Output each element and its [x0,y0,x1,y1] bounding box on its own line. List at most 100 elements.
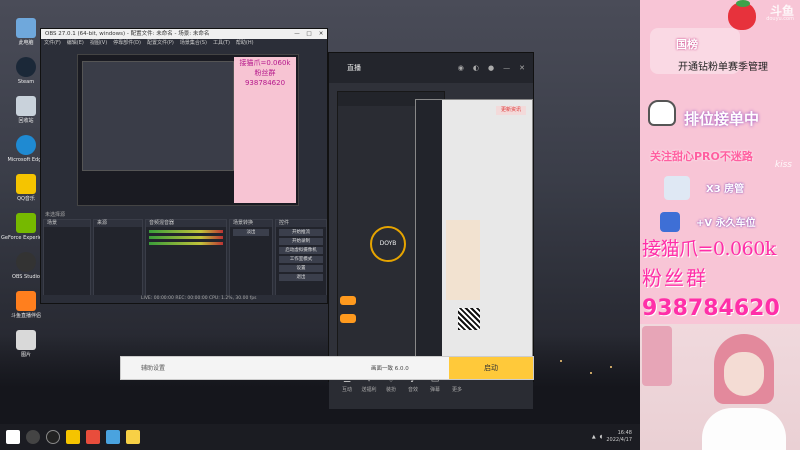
qr-code-icon [458,308,480,330]
desktop-icon-this-pc[interactable]: 此电脑 [8,18,44,56]
obs-menubar: 文件(F) 编辑(E) 视图(V) 停靠部件(D) 配置文件(P) 场景集合(S… [41,39,327,48]
settings-button[interactable]: 设置 [279,265,323,272]
music-icon [16,174,36,194]
nested-preview [82,61,234,171]
companion-header: 直播 ◉ ◐ ● — ✕ [329,53,533,83]
desktop-icon-geforce[interactable]: GeForce Experience [1,213,51,251]
desktop: 此电脑 Steam 回收站 Microsoft Edge QQ音乐 GeForc… [0,0,640,450]
menu-docks[interactable]: 停靠部件(D) [113,39,141,48]
obs-titlebar: OBS 27.0.1 (64-bit, windows) - 配置文件: 未命名… [41,29,327,39]
desktop-icon-douyu[interactable]: 斗鱼直播伴侣 [8,291,44,329]
clock[interactable]: 16:48 2022/4/17 [606,430,632,444]
image-icon [16,330,36,350]
exit-button[interactable]: 退出 [279,274,323,281]
preview-overlay-claw: 接猫爪=0.060k [239,59,291,67]
steam-icon [16,57,36,77]
app-taskbar-icon[interactable] [106,430,120,444]
audio-meter-1 [149,230,223,233]
audio-meter-3 [149,242,223,245]
file-explorer-icon[interactable] [66,430,80,444]
mic-icon[interactable]: ◉ [458,53,464,83]
network-icon[interactable]: ▲ [592,434,596,440]
config-select[interactable]: 画面一致 6.0.0 [371,357,409,381]
preview-overlay-fans: 粉丝群 [254,69,276,77]
start-live-button[interactable]: 启动 [449,357,533,379]
preview-overlay-group: 938784620 [244,79,286,87]
kiss-text: kiss [774,160,792,170]
speaker-icon[interactable]: ◐ [473,53,479,83]
maximize-icon[interactable]: □ [303,29,315,39]
menu-help[interactable]: 帮助(H) [236,39,254,48]
vip-parking-text: +V 永久车位 [696,218,756,229]
live-companion-window: 直播 ◉ ◐ ● — ✕ DOYB 更新资讯 ☰ 互动 ✦ 送福利 ♢ 装扮 ♪ 音 [328,52,534,409]
sources-dock: 来源 [93,219,143,297]
menu-file[interactable]: 文件(F) [44,39,61,48]
clock-time: 16:48 [617,430,632,436]
minimize-icon[interactable]: — [291,29,303,39]
menu-view[interactable]: 视图(V) [90,39,107,48]
menu-profile[interactable]: 配置文件(P) [147,39,174,48]
desktop-icon-steam[interactable]: Steam [8,57,44,95]
browser-tab[interactable]: 更新资讯 [496,106,526,115]
car-icon [660,212,680,232]
cat-icon [648,100,676,126]
cup-icon [642,326,672,386]
rocket-icon [664,176,690,200]
desktop-icon-recycle-bin[interactable]: 回收站 [8,96,44,134]
studio-mode-button[interactable]: 工作室模式 [279,256,323,263]
menu-edit[interactable]: 编辑(E) [67,39,84,48]
claw-price-text: 接猫爪=0.060k [642,238,776,260]
room-admin-text: X3 房管 [706,184,745,195]
obs-icon [16,252,36,272]
obs-preview[interactable]: 接猫爪=0.060k 粉丝群 938784620 [77,54,299,206]
queue-text: 排位接单中 [684,110,760,128]
desktop-icon-qq-music[interactable]: QQ音乐 [8,174,44,212]
close-icon[interactable]: ✕ [519,53,525,83]
menu-scene-collection[interactable]: 场景集合(S) [180,39,207,48]
douyu-taskbar-icon[interactable] [86,430,100,444]
follow-text: 关注甜心PRO不迷路 [650,150,753,163]
windows-start-icon[interactable] [6,430,20,444]
desktop-icon-obs[interactable]: OBS Studio [8,252,44,290]
transitions-dock: 场景转换 淡出 [229,219,273,297]
scenes-dock: 场景 [43,219,91,297]
preview-overlay-panel: 接猫爪=0.060k 粉丝群 938784620 [234,57,296,203]
mixer-dock: 音频混音器 [145,219,227,297]
desktop-icon-pictures[interactable]: 图片 [8,330,44,368]
streamer-face [724,352,764,396]
sources-dock-title: 来源 [94,220,142,227]
assist-settings-label[interactable]: 辅助设置 [141,357,165,381]
computer-icon [16,18,36,38]
folder-icon[interactable] [126,430,140,444]
minimize-icon[interactable]: — [503,53,510,83]
scenes-dock-title: 场景 [44,220,90,227]
browser-content-block [446,220,480,300]
desktop-icon-column: 此电脑 Steam 回收站 Microsoft Edge QQ音乐 GeForc… [1,18,51,369]
douyu-icon [16,291,36,311]
obs-taskbar-icon[interactable] [46,430,60,444]
live-status-ring[interactable]: DOYB [370,226,406,262]
search-icon[interactable] [26,430,40,444]
mixer-dock-title: 音频混音器 [146,220,226,227]
transition-select[interactable]: 淡出 [233,229,269,236]
companion-start-bar: 辅助设置 画面一致 6.0.0 启动 [120,356,534,380]
douyu-watermark-url: douyu.com [766,16,794,22]
fan-group-number: 938784620 [642,296,780,321]
season-text: 开通钻粉单赛季管理 [678,62,768,73]
menu-tools[interactable]: 工具(T) [213,39,230,48]
companion-title: 直播 [347,64,361,72]
audio-meter-2 [149,236,223,239]
bell-icon[interactable]: ● [488,53,494,83]
desktop-icon-edge[interactable]: Microsoft Edge [8,135,44,173]
start-recording-button[interactable]: 开始录制 [279,238,323,245]
strawberry-leaf-icon [736,0,750,7]
close-icon[interactable]: ✕ [315,29,327,39]
volume-icon[interactable]: ◖ [600,434,603,440]
virtual-camera-button[interactable]: 启动虚拟摄像机 [279,247,323,254]
orange-toggle-2[interactable] [340,314,356,323]
start-streaming-button[interactable]: 开始推流 [279,229,323,236]
orange-toggle-1[interactable] [340,296,356,305]
taskbar: ▲ ◖ 16:48 2022/4/17 [0,424,640,450]
system-tray: ▲ ◖ 16:48 2022/4/17 [592,430,640,444]
controls-dock: 控件 开始推流 开始录制 启动虚拟摄像机 工作室模式 设置 退出 [275,219,327,297]
